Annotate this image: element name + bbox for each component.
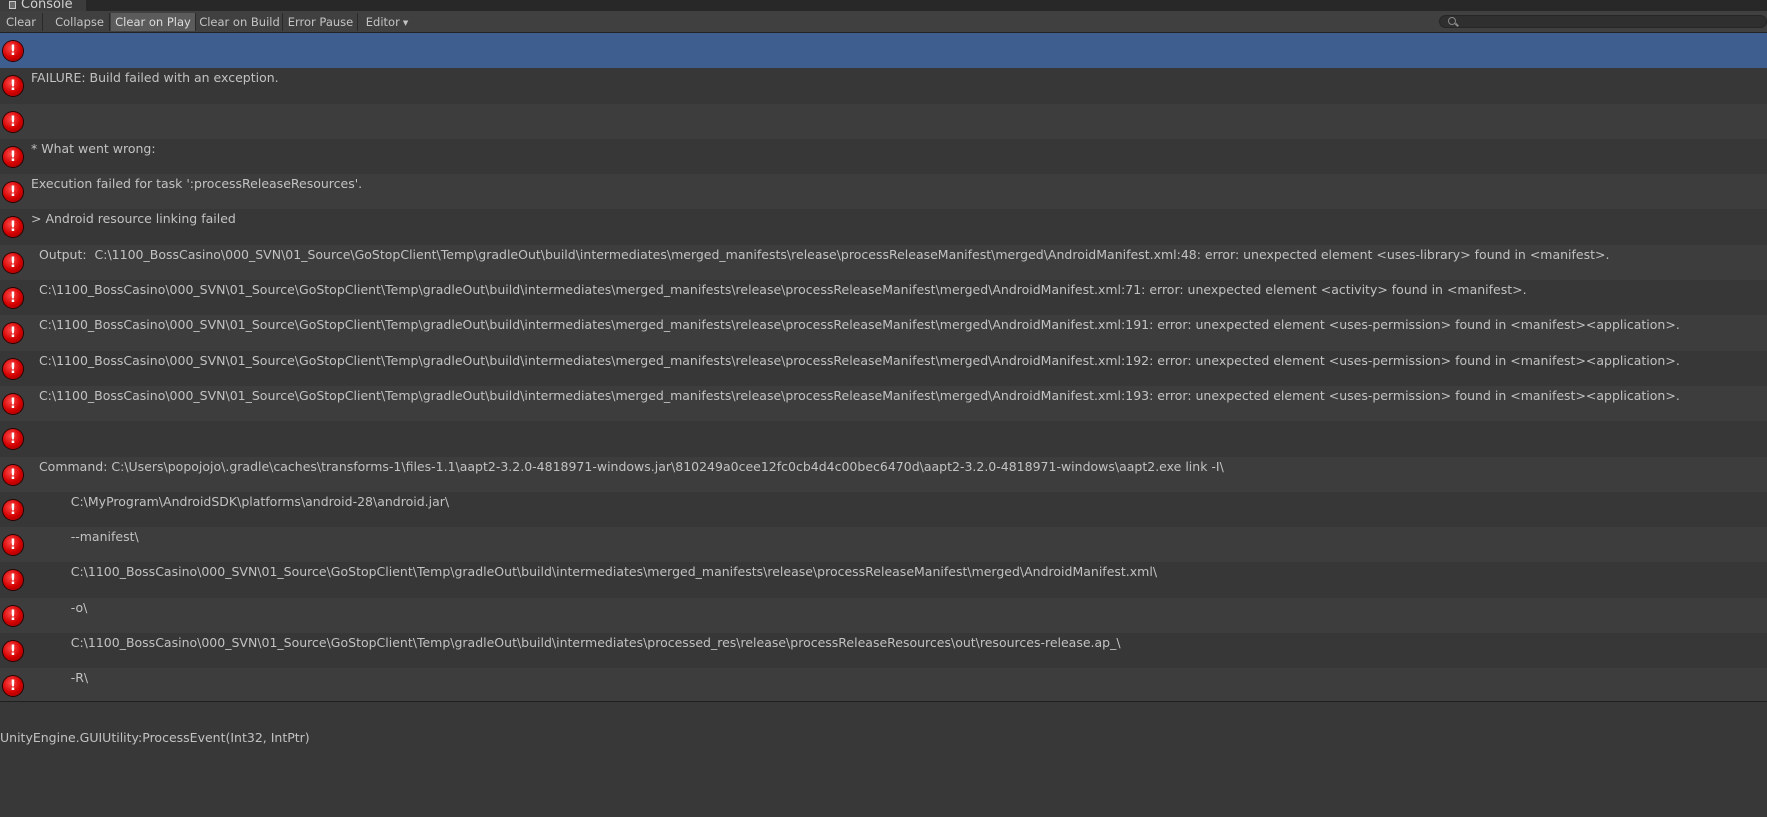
log-entry-text: -o\ xyxy=(31,599,88,615)
log-detail-pane[interactable]: UnityEngine.GUIUtility:ProcessEvent(Int3… xyxy=(0,702,1767,817)
error-icon: ! xyxy=(3,429,23,450)
clear-on-play-button-label: Clear on Play xyxy=(115,15,191,29)
error-icon: ! xyxy=(3,358,23,379)
log-entry[interactable]: ! xyxy=(0,33,1767,69)
clear-button[interactable]: Clear xyxy=(0,13,43,31)
log-entry-text: > Android resource linking failed xyxy=(31,211,236,227)
error-icon: ! xyxy=(3,676,23,697)
log-entry[interactable]: ! xyxy=(0,103,1767,139)
log-entry-text: Output: C:\1100_BossCasino\000_SVN\01_So… xyxy=(31,246,1610,262)
clear-on-build-button-label: Clear on Build xyxy=(199,15,280,29)
log-entry[interactable]: ! Command: C:\Users\popojojo\.gradle\cac… xyxy=(0,456,1767,492)
log-entry[interactable]: ! * What went wrong: xyxy=(0,138,1767,175)
error-icon: ! xyxy=(3,252,23,273)
error-icon: ! xyxy=(3,288,23,309)
error-icon: ! xyxy=(3,41,23,61)
error-icon: ! xyxy=(3,217,23,238)
error-icon: ! xyxy=(3,76,23,97)
error-icon: ! xyxy=(3,393,23,414)
error-pause-button-label: Error Pause xyxy=(287,15,354,29)
log-entry[interactable]: ! C:\1100_BossCasino\000_SVN\01_Source\G… xyxy=(0,350,1767,386)
log-entry-text: C:\1100_BossCasino\000_SVN\01_Source\GoS… xyxy=(31,352,1680,368)
error-icon: ! xyxy=(3,570,23,591)
log-entry-text: * What went wrong: xyxy=(31,140,156,156)
error-icon: ! xyxy=(3,605,23,626)
log-entry-text: Execution failed for task ':processRelea… xyxy=(31,176,363,192)
error-icon: ! xyxy=(3,464,23,485)
error-icon: ! xyxy=(3,146,23,167)
editor-dropdown-label: Editor xyxy=(365,15,400,29)
log-entry-text: C:\MyProgram\AndroidSDK\platforms\androi… xyxy=(31,493,450,509)
chevron-down-icon: ▼ xyxy=(402,19,409,27)
log-entry[interactable]: ! C:\1100_BossCasino\000_SVN\01_Source\G… xyxy=(0,562,1767,598)
search-icon xyxy=(1448,17,1456,25)
log-entry-text: C:\1100_BossCasino\000_SVN\01_Source\GoS… xyxy=(31,317,1680,333)
log-entry[interactable]: ! C:\1100_BossCasino\000_SVN\01_Source\G… xyxy=(0,633,1767,669)
log-entry-text: C:\1100_BossCasino\000_SVN\01_Source\GoS… xyxy=(31,387,1680,403)
search-input[interactable] xyxy=(1460,16,1760,27)
collapse-button-label: Collapse xyxy=(55,15,104,29)
error-icon: ! xyxy=(3,111,23,132)
clear-on-build-button[interactable]: Clear on Build xyxy=(197,13,283,31)
log-entry[interactable]: ! > Android resource linking failed xyxy=(0,209,1767,245)
console-toolbar: Clear Collapse Clear on Play Clear on Bu… xyxy=(0,11,1767,33)
log-entry[interactable]: ! --manifest\ xyxy=(0,527,1767,563)
error-icon: ! xyxy=(3,182,23,203)
log-entry[interactable]: ! C:\1100_BossCasino\000_SVN\01_Source\G… xyxy=(0,385,1767,422)
log-list[interactable]: !! FAILURE: Build failed with an exceptio… xyxy=(0,33,1767,701)
log-entry[interactable]: ! -R\ xyxy=(0,668,1767,701)
error-icon: ! xyxy=(3,323,23,344)
log-entry-text: C:\1100_BossCasino\000_SVN\01_Source\GoS… xyxy=(31,635,1121,651)
log-entry-text: --manifest\ xyxy=(31,529,139,545)
error-icon: ! xyxy=(3,535,23,556)
log-entry[interactable]: ! Execution failed for task ':processRele… xyxy=(0,174,1767,210)
console-icon xyxy=(9,0,16,9)
log-entry-text: -R\ xyxy=(31,670,89,686)
tab-console-label: Console xyxy=(21,0,73,12)
log-entry-text: C:\1100_BossCasino\000_SVN\01_Source\GoS… xyxy=(31,282,1527,298)
search-field[interactable] xyxy=(1439,15,1767,28)
stack-trace-text[interactable]: UnityEngine.GUIUtility:ProcessEvent(Int3… xyxy=(0,730,310,745)
error-pause-button[interactable]: Error Pause xyxy=(284,13,358,31)
clear-on-play-button[interactable]: Clear on Play xyxy=(111,13,196,31)
log-entry[interactable]: ! C:\1100_BossCasino\000_SVN\01_Source\G… xyxy=(0,315,1767,351)
log-entry[interactable]: ! FAILURE: Build failed with an exception… xyxy=(0,68,1767,104)
log-entry[interactable]: ! C:\1100_BossCasino\000_SVN\01_Source\G… xyxy=(0,280,1767,316)
error-icon: ! xyxy=(3,641,23,662)
tab-console[interactable]: Console xyxy=(0,0,86,11)
clear-button-label: Clear xyxy=(5,15,37,29)
log-entry[interactable]: ! C:\MyProgram\AndroidSDK\platforms\andr… xyxy=(0,491,1767,528)
log-entry[interactable]: ! Output: C:\1100_BossCasino\000_SVN\01_… xyxy=(0,244,1767,281)
log-entry-text: C:\1100_BossCasino\000_SVN\01_Source\GoS… xyxy=(31,564,1158,580)
log-entry[interactable]: ! xyxy=(0,421,1767,457)
error-icon: ! xyxy=(3,499,23,520)
collapse-button[interactable]: Collapse xyxy=(50,13,110,31)
editor-dropdown[interactable]: Editor ▼ xyxy=(359,13,415,31)
console-window: Console Clear Collapse Clear on Play Cle… xyxy=(0,0,1767,817)
log-entry[interactable]: ! -o\ xyxy=(0,597,1767,634)
log-entry-text: Command: C:\Users\popojojo\.gradle\cache… xyxy=(31,458,1224,474)
log-entry-text: FAILURE: Build failed with an exception. xyxy=(31,70,279,86)
tab-strip: Console xyxy=(0,0,1767,11)
